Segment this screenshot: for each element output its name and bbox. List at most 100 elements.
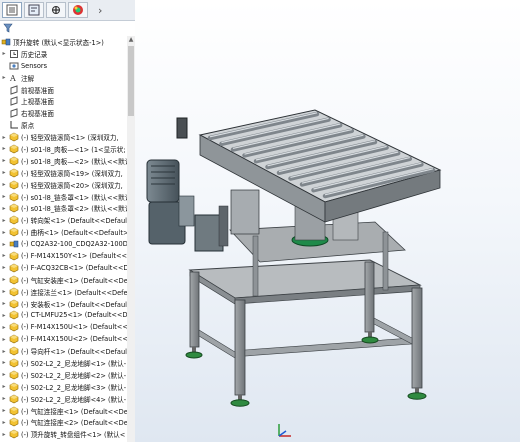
expand-arrow-icon[interactable]: ▸ [0, 252, 8, 259]
tree-item[interactable]: 前视基准面 [0, 84, 127, 96]
tree-item[interactable]: Sensors [0, 60, 127, 72]
tree-item[interactable]: ▸ (-) 轻型双链滚筒<19> (深圳双力, [0, 167, 127, 179]
expand-arrow-icon[interactable]: ▸ [0, 336, 8, 343]
expand-arrow-icon[interactable]: ▸ [0, 241, 8, 248]
part-icon [8, 346, 19, 356]
tree-item-label: Sensors [21, 61, 48, 70]
tree-item[interactable]: ▸ (-) 顶升旋转_转盘组件<1> (默认< [0, 428, 127, 440]
scrollbar-thumb[interactable] [128, 46, 134, 116]
tree-item[interactable]: ▸ (-) s01-l8_肉板—<2> (默认<<默认 [0, 155, 127, 167]
filter-icon[interactable] [3, 23, 13, 33]
feature-manager-panel: › 顶升旋转 (默认<显示状态-1>) ▸ 历史记录 Sensors ▸ A 注解 前视基准… [0, 0, 136, 442]
tree-item-label: (-) s01-l8_链条罩<1> (默认<<默认 [21, 193, 127, 202]
part-icon [8, 156, 19, 166]
tree-item-label: 右视基准面 [21, 110, 54, 119]
expand-arrow-icon[interactable]: ▸ [0, 371, 8, 378]
expand-arrow-icon[interactable]: ▸ [0, 145, 8, 152]
expand-arrow-icon[interactable]: ▸ [0, 157, 8, 164]
tree-item[interactable]: ▸ (-) 曲柄<1> (Default<<Default>_ [0, 226, 127, 238]
tree-root[interactable]: 顶升旋转 (默认<显示状态-1>) [0, 36, 127, 48]
expand-arrow-icon[interactable]: ▸ [0, 431, 8, 438]
tab-feature-manager[interactable] [2, 2, 22, 18]
tab-property-manager[interactable] [24, 2, 44, 18]
tree-item-label: (-) 轻型双链滚筒<1> (深圳双力, [21, 134, 119, 143]
tree-item[interactable]: ▸ (-) s01-l8_链条罩<2> (默认<<默认 [0, 202, 127, 214]
expand-arrow-icon[interactable]: ▸ [0, 169, 8, 176]
expand-arrow-icon[interactable]: ▸ [0, 359, 8, 366]
tree-item[interactable]: ▸ (-) CT-LMFU25<1> (Default<<D [0, 309, 127, 321]
tree-item[interactable]: ▸ (-) 气缸连接座<2> (Default<<De [0, 417, 127, 429]
tree-item[interactable]: ▸ (-) F-M14X150U<1> (Default<< [0, 321, 127, 333]
tree-scrollbar[interactable]: ▲ [127, 36, 135, 442]
expand-arrow-icon[interactable]: ▸ [0, 419, 8, 426]
tree-item[interactable]: ▸ (-) S02-L2_2_尼龙地脚<4> (默认- [0, 393, 127, 405]
annotations-icon: A [8, 73, 19, 83]
expand-arrow-icon[interactable]: ▸ [0, 193, 8, 200]
tree-item-label: 历史记录 [21, 50, 48, 59]
tree-item[interactable]: ▸ (-) F-ACQ32CB<1> (Default<<D [0, 262, 127, 274]
tree-item-label: (-) S02-L2_2_尼龙地脚<4> (默认- [21, 395, 127, 404]
expand-arrow-icon[interactable]: ▸ [0, 324, 8, 331]
tree-item[interactable]: ▸ (-) 安装板<1> (Default<<Default [0, 298, 127, 310]
tree-item-label: 上视基准面 [21, 98, 54, 107]
tree-item[interactable]: ▸ (-) S02-L2_2_尼龙地脚<2> (默认- [0, 369, 127, 381]
graphics-viewport[interactable] [135, 0, 520, 442]
tree-item[interactable]: ▸ (-) 转向架<1> (Default<<Default [0, 214, 127, 226]
expand-arrow-icon[interactable]: ▸ [0, 276, 8, 283]
tree-item[interactable]: ▸ (-) 气缸安装座<1> (Default<<De [0, 274, 127, 286]
tree-item[interactable]: ▸ (-) 轻型双链滚筒<20> (深圳双力, [0, 179, 127, 191]
tree-item[interactable]: ▸ (-) 轻型双链滚筒<1> (深圳双力, [0, 131, 127, 143]
part-icon [8, 132, 19, 142]
tab-configuration-manager[interactable] [46, 2, 66, 18]
history-icon [8, 49, 19, 59]
expand-arrow-icon[interactable]: ▸ [0, 348, 8, 355]
tree-item-label: (-) 导向杆<1> (Default<<Defaul [21, 348, 127, 357]
tree-item[interactable]: ▸ (-) F-M14X150Y<1> (Default<<D [0, 250, 127, 262]
expand-arrow-icon[interactable]: ▸ [0, 229, 8, 236]
filter-bar[interactable] [0, 21, 135, 35]
tree-item[interactable]: ▸ A 注解 [0, 72, 127, 84]
tree-item[interactable]: ▸ (-) s01-l8_肉板—<1> (1<显示状; [0, 143, 127, 155]
expand-arrow-icon[interactable]: ▸ [0, 288, 8, 295]
expand-arrow-icon[interactable]: ▸ [0, 312, 8, 319]
scroll-up-icon[interactable]: ▲ [127, 36, 135, 44]
tabs-overflow-chevron[interactable]: › [98, 2, 102, 18]
tree-item-label: (-) CT-LMFU25<1> (Default<<D [21, 311, 127, 320]
assembly-icon [0, 37, 11, 47]
expand-arrow-icon[interactable]: ▸ [0, 300, 8, 307]
tab-dimxpert[interactable] [68, 2, 88, 18]
part-icon [8, 263, 19, 273]
tree-item-label: (-) s01-l8_链条罩<2> (默认<<默认 [21, 205, 127, 214]
feature-manager-icon [6, 4, 18, 16]
expand-arrow-icon[interactable]: ▸ [0, 264, 8, 271]
gear-motor [146, 159, 224, 252]
assembly-icon [8, 239, 19, 249]
tree-item[interactable]: ▸ (-) s01-l8_链条罩<1> (默认<<默认 [0, 191, 127, 203]
tree-item[interactable]: 上视基准面 [0, 95, 127, 107]
expand-arrow-icon[interactable]: ▸ [0, 74, 8, 81]
tree-item[interactable]: ▸ (-) 连接法兰<1> (Default<<Defe [0, 286, 127, 298]
part-icon [8, 370, 19, 380]
part-icon [8, 429, 19, 439]
tree-item[interactable]: ▸ (-) CQ2A32-100_CDQ2A32-100D [0, 238, 127, 250]
origin-icon [8, 120, 19, 130]
tree-item[interactable]: ▸ (-) F-M14X150U<2> (Default<< [0, 333, 127, 345]
plane-icon [8, 84, 19, 95]
tree-item[interactable]: ▸ (-) 气缸连接座<1> (Default<<De [0, 405, 127, 417]
tree-item-label: (-) S02-L2_2_尼龙地脚<2> (默认- [21, 371, 127, 380]
expand-arrow-icon[interactable]: ▸ [0, 50, 8, 57]
expand-arrow-icon[interactable]: ▸ [0, 395, 8, 402]
expand-arrow-icon[interactable]: ▸ [0, 407, 8, 414]
expand-arrow-icon[interactable]: ▸ [0, 205, 8, 212]
configuration-manager-icon [52, 6, 60, 14]
tree-item[interactable]: ▸ 历史记录 [0, 48, 127, 60]
tree-item[interactable]: 原点 [0, 119, 127, 131]
expand-arrow-icon[interactable]: ▸ [0, 217, 8, 224]
tree-item[interactable]: ▸ (-) 导向杆<1> (Default<<Defaul [0, 345, 127, 357]
tree-item[interactable]: ▸ (-) S02-L2_2_尼龙地脚<1> (默认- [0, 357, 127, 369]
tree-item[interactable]: 右视基准面 [0, 107, 127, 119]
expand-arrow-icon[interactable]: ▸ [0, 134, 8, 141]
tree-item[interactable]: ▸ (-) S02-L2_2_尼龙地脚<3> (默认- [0, 381, 127, 393]
expand-arrow-icon[interactable]: ▸ [0, 181, 8, 188]
expand-arrow-icon[interactable]: ▸ [0, 383, 8, 390]
